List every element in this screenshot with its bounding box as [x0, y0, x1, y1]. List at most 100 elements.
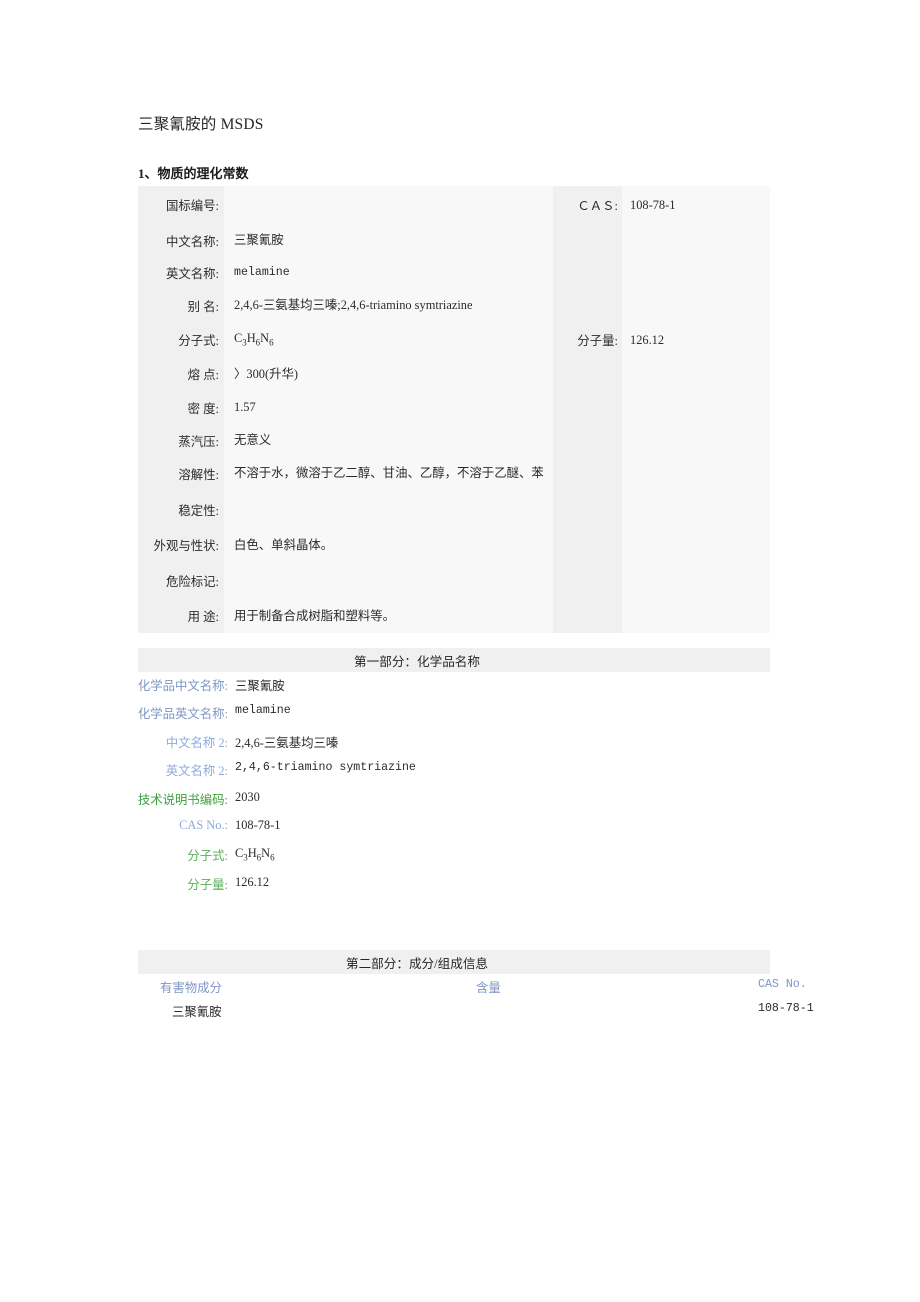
name-list-label: 化学品英文名称:	[137, 707, 228, 722]
property-label: 中文名称:	[165, 234, 219, 249]
name-list-label: CAS No.:	[179, 817, 228, 832]
table-row: 三聚氰胺 108-78-1	[138, 1002, 898, 1026]
name-list-value: 2030	[235, 789, 260, 804]
property-value-secondary: 126.12	[630, 332, 665, 347]
property-value-secondary	[622, 424, 770, 457]
name-list-value: 2,4,6-三氨基均三嗪	[235, 735, 339, 750]
property-label: 危险标记:	[165, 574, 219, 589]
composition-component: 三聚氰胺	[172, 1005, 222, 1019]
property-label: 外观与性状:	[153, 539, 219, 554]
property-value	[224, 186, 553, 224]
physical-constants-table: 国标编号: ＣＡＳ: 108-78-1 中文名称: 三聚氰胺英文名称: melamine 别…	[138, 186, 770, 634]
section-heading-physical-constants: 1、物质的理化常数	[138, 166, 249, 181]
property-label: 稳定性:	[178, 503, 219, 518]
property-value: 不溶于水，微溶于乙二醇、甘油、乙醇，不溶于乙醚、苯	[234, 466, 544, 481]
table-row: 中文名称: 三聚氰胺	[138, 224, 770, 257]
table-row: 危险标记:	[138, 562, 770, 600]
property-value: 2,4,6-三氨基均三嗪;2,4,6-triamino symtriazine	[234, 298, 473, 313]
composition-cas: 108-78-1	[758, 1002, 814, 1015]
table-row: 国标编号: ＣＡＳ: 108-78-1	[138, 186, 770, 224]
composition-column-header: 有害物成分	[160, 981, 222, 995]
property-label: 溶解性:	[178, 468, 219, 482]
property-value-secondary	[622, 600, 770, 633]
name-list-row: 中文名称 2: 2,4,6-三氨基均三嗪	[0, 733, 920, 761]
property-label-secondary	[553, 600, 622, 633]
section-bar-part-two-label: 第二部分：成分/组成信息	[345, 956, 489, 971]
property-label-secondary	[553, 391, 622, 424]
composition-column-header: 含量	[476, 981, 501, 995]
property-value-secondary	[622, 562, 770, 600]
property-label-secondary: 分子量:	[577, 334, 618, 349]
property-value-secondary	[622, 358, 770, 391]
name-list-row: 英文名称 2: 2,4,6-triamino symtriazine	[0, 761, 920, 789]
table-row: 别 名: 2,4,6-三氨基均三嗪;2,4,6-triamino symtriaz…	[138, 289, 770, 322]
property-value: 1.57	[234, 399, 256, 414]
table-row: 溶解性: 不溶于水，微溶于乙二醇、甘油、乙醇，不溶于乙醚、苯	[138, 457, 770, 490]
property-label: 蒸汽压:	[178, 434, 219, 449]
property-value: melamine	[234, 266, 290, 280]
property-label-secondary	[553, 257, 622, 289]
table-row: 分子式: C3H6N6 分子量: 126.12	[138, 322, 770, 357]
name-list-row: 化学品英文名称: melamine	[0, 704, 920, 732]
section-bar-part-two: 第二部分：成分/组成信息	[138, 950, 770, 974]
chemical-name-list: 化学品中文名称: 三聚氰胺 化学品英文名称: melamine 中文名称 2: 2,4,6…	[0, 676, 920, 903]
property-value-secondary	[622, 257, 770, 289]
property-value-secondary	[622, 457, 770, 490]
composition-header-row: 有害物成分 含量 CAS No.	[138, 978, 898, 1002]
name-list-row: 分子量: 126.12	[0, 875, 920, 903]
section-bar-part-one: 第一部分：化学品名称	[138, 648, 770, 672]
name-list-value: C3H6N6	[235, 846, 275, 863]
property-label: 密 度:	[187, 401, 219, 416]
property-label-secondary	[553, 358, 622, 391]
table-row: 熔 点: 〉300(升华)	[138, 358, 770, 391]
composition-table: 有害物成分 含量 CAS No. 三聚氰胺 108-78-1	[138, 978, 898, 1026]
table-row: 外观与性状: 白色、单斜晶体。	[138, 529, 770, 562]
page-title: 三聚氰胺的 MSDS	[138, 116, 264, 133]
name-list-value: 三聚氰胺	[235, 679, 285, 693]
property-label-secondary	[553, 424, 622, 457]
name-list-label: 分子量:	[187, 877, 228, 892]
table-row: 稳定性:	[138, 491, 770, 529]
property-value	[224, 491, 553, 529]
property-label: 用 途:	[187, 610, 219, 625]
name-list-row: 分子式: C3H6N6	[0, 846, 920, 874]
property-value-secondary	[622, 391, 770, 424]
name-list-value: 2,4,6-triamino symtriazine	[235, 761, 416, 775]
property-value: 〉300(升华)	[234, 366, 299, 381]
property-value: 用于制备合成树脂和塑料等。	[234, 608, 396, 623]
property-label-secondary	[553, 289, 622, 322]
name-list-value: 108-78-1	[235, 817, 281, 832]
table-row: 蒸汽压: 无意义	[138, 424, 770, 457]
property-value-secondary	[622, 289, 770, 322]
property-label: 别 名:	[187, 299, 219, 314]
document-page: 三聚氰胺的 MSDS 1、物质的理化常数 国标编号: ＣＡＳ: 108-78-1 中文…	[0, 0, 920, 1302]
name-list-row: CAS No.: 108-78-1	[0, 818, 920, 846]
property-value-secondary	[622, 491, 770, 529]
name-list-row: 化学品中文名称: 三聚氰胺	[0, 676, 920, 704]
property-value-secondary: 108-78-1	[630, 197, 676, 212]
composition-column-header: CAS No.	[758, 978, 807, 991]
property-label: 英文名称:	[165, 267, 219, 282]
property-label: 熔 点:	[187, 368, 219, 383]
property-value: 白色、单斜晶体。	[234, 537, 334, 552]
property-value-secondary	[622, 529, 770, 562]
property-value-secondary	[622, 224, 770, 257]
name-list-label: 分子式:	[187, 849, 228, 864]
property-label-secondary	[553, 224, 622, 257]
table-row: 用 途: 用于制备合成树脂和塑料等。	[138, 600, 770, 633]
name-list-label: 中文名称 2:	[165, 735, 228, 750]
property-label-secondary	[553, 491, 622, 529]
name-list-value: 126.12	[235, 874, 270, 889]
name-list-value: melamine	[235, 704, 291, 718]
property-value: C3H6N6	[234, 331, 274, 348]
section-bar-part-one-label: 第一部分：化学品名称	[354, 654, 480, 669]
property-value	[224, 562, 553, 600]
property-label-secondary	[553, 562, 622, 600]
table-row: 英文名称: melamine	[138, 257, 770, 289]
property-label: 国标编号:	[165, 199, 219, 213]
property-label: 分子式:	[178, 334, 219, 349]
name-list-label: 化学品中文名称:	[137, 679, 228, 693]
property-label-secondary	[553, 529, 622, 562]
property-label-secondary: ＣＡＳ:	[577, 199, 618, 213]
name-list-label: 技术说明书编码:	[137, 792, 228, 807]
